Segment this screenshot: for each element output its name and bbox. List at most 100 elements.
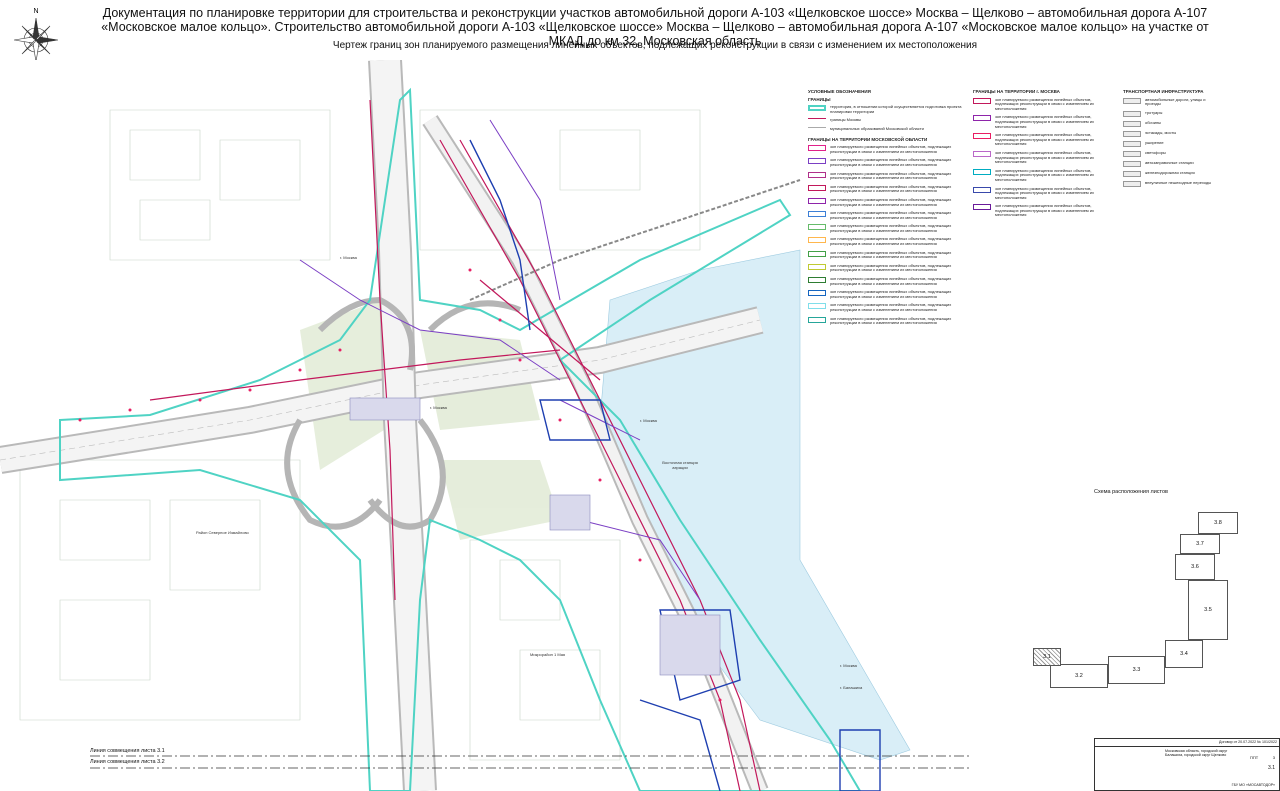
bridge [549, 494, 591, 531]
map-label-moscow: г. Москва [840, 663, 857, 668]
legend-swatch [1123, 150, 1141, 157]
legend-item: территория, в отношении которой осуществ… [808, 104, 963, 114]
legend-item: зон планируемого размещения линейных объ… [808, 197, 963, 207]
sheets-count: 3 [1272, 755, 1275, 760]
legend-swatch [973, 97, 991, 104]
legend-item: светофоры [1123, 150, 1213, 157]
legend-swatch [973, 115, 991, 122]
compass-north-label: N [33, 8, 38, 15]
legend-item: зон планируемого размещения линейных объ… [973, 150, 1113, 165]
legend-swatch [973, 204, 991, 211]
legend-swatch [1123, 180, 1141, 187]
legend-item: внеуличные пешеходные переходы [1123, 180, 1213, 187]
legend-item: зон планируемого размещения линейных объ… [808, 157, 963, 167]
legend-item: зон планируемого размещения линейных объ… [808, 289, 963, 299]
scheme-cell-current: 3.1 [1033, 648, 1061, 666]
legend-item: зон планируемого размещения линейных объ… [973, 97, 1113, 112]
title-block-header: Договор от 20.07.2022 № 101/2022 [1095, 739, 1279, 747]
legend-swatch [808, 250, 826, 257]
legend-item: уширение [1123, 140, 1213, 147]
legend-heading: ГРАНИЦЫ НА ТЕРРИТОРИИ г. МОСКВА [973, 89, 1060, 94]
legend-item: обочины [1123, 120, 1213, 127]
legend-column-moscow: ГРАНИЦЫ НА ТЕРРИТОРИИ г. МОСКВА зон план… [973, 89, 1113, 222]
legend-column-transport: ТРАНСПОРТНАЯ ИНФРАСТРУКТУРА автомобильны… [1123, 89, 1213, 191]
legend-swatch [1123, 97, 1141, 104]
location-text: Московская область, городской округ Бала… [1165, 749, 1228, 757]
legend-swatch [808, 263, 826, 270]
legend-heading: ТРАНСПОРТНАЯ ИНФРАСТРУКТУРА [1123, 89, 1204, 94]
scheme-cell: 3.7 [1180, 534, 1220, 554]
legend-msk-list: зон планируемого размещения линейных объ… [973, 97, 1113, 218]
scheme-cell: 3.3 [1108, 656, 1165, 684]
sheet-number: 3.1 [1268, 765, 1275, 771]
map-label-moscow: г. Москва [340, 255, 357, 260]
contract-text: Договор от 20.07.2022 № 101/2022 [1219, 740, 1277, 744]
legend-item: зон планируемого размещения линейных объ… [973, 168, 1113, 183]
map-label-lake: Восточная станция аэрации [662, 460, 698, 470]
legend-swatch [1123, 140, 1141, 147]
legend-item: автозаправочные станции [1123, 160, 1213, 167]
legend-item: тротуары [1123, 110, 1213, 117]
legend-item: зон планируемого размещения линейных объ… [808, 250, 963, 260]
legend-swatch [808, 118, 826, 120]
legend-item: границы Москвы [808, 118, 963, 123]
org-text: ГБУ МО «МОСАВТОДОР» [1231, 783, 1275, 787]
legend-item: зон планируемого размещения линейных объ… [808, 303, 963, 312]
compass-rose-icon: N [13, 4, 59, 68]
legend-swatch [1123, 110, 1141, 117]
legend-item: зон планируемого размещения линейных объ… [808, 210, 963, 220]
legend-swatch [973, 150, 991, 157]
legend-item: эстакады, мосты [1123, 130, 1213, 137]
legend-item: зон планируемого размещения линейных объ… [808, 316, 963, 326]
scheme-cell: 3.8 [1198, 512, 1238, 534]
scheme-cell: 3.4 [1165, 640, 1203, 668]
scheme-cell: 3.6 [1175, 554, 1215, 580]
bridge [659, 614, 721, 676]
legend-swatch [808, 303, 826, 310]
legend-item: зон планируемого размещения линейных объ… [808, 276, 963, 286]
legend-item: железнодорожная станция [1123, 170, 1213, 177]
legend-swatch [808, 184, 826, 191]
legend-swatch [808, 277, 826, 284]
legend-item: муниципальных образований Московской обл… [808, 126, 963, 132]
map-label-microdistrict: Микрорайон 1 Мая [530, 652, 566, 657]
legend-swatch [1123, 130, 1141, 137]
legend-item: зон планируемого размещения линейных объ… [808, 237, 963, 246]
legend-item: зон планируемого размещения линейных объ… [973, 115, 1113, 129]
legend-swatch [808, 197, 826, 204]
legend-swatch [808, 158, 826, 165]
legend-swatch [808, 105, 826, 112]
legend-swatch [808, 145, 826, 152]
legend-swatch [808, 171, 826, 178]
scheme-cell: 3.5 [1188, 580, 1228, 640]
map-label-balashikha: г. Балашиха [840, 685, 863, 690]
drawing-subtitle: Чертеж границ зон планируемого размещени… [332, 40, 978, 51]
legend-transport-list: автомобильные дороги, улицы и проезды тро… [1123, 97, 1213, 187]
legend-swatch [973, 133, 991, 140]
legend-item: зон планируемого размещения линейных объ… [808, 223, 963, 233]
legend-heading: ГРАНИЦЫ [808, 96, 831, 102]
legend-item: зон планируемого размещения линейных объ… [973, 186, 1113, 201]
legend-swatch [973, 186, 991, 193]
legend-swatch [808, 126, 826, 128]
legend-column-boundaries: УСЛОВНЫЕ ОБОЗНАЧЕНИЯ ГРАНИЦЫ территория,… [808, 89, 963, 330]
legend-item: зон планируемого размещения линейных объ… [808, 171, 963, 181]
legend-mo-list: зон планируемого размещения линейных объ… [808, 144, 963, 326]
legend-item: зон планируемого размещения линейных объ… [808, 263, 963, 273]
legend-item: зон планируемого размещения линейных объ… [808, 184, 963, 194]
legend-swatch [1123, 160, 1141, 167]
combine-line-label: Линия совмещения листа 3.1 [90, 748, 165, 754]
map-label-moscow: г. Москва [640, 418, 657, 423]
legend-swatch [808, 237, 826, 244]
map-label-moscow: г. Москва [430, 405, 447, 410]
legend-item: зон планируемого размещения линейных объ… [808, 144, 963, 154]
legend-item: зон планируемого размещения линейных объ… [973, 132, 1113, 147]
legend-swatch [808, 290, 826, 297]
stage-text: ППТ [1250, 755, 1259, 760]
scheme-title: Схема расположения листов [1094, 489, 1168, 495]
legend-swatch [808, 211, 826, 218]
scheme-cell: 3.2 [1050, 664, 1108, 688]
legend-swatch [1123, 120, 1141, 127]
combine-line-label: Линия совмещения листа 3.2 [90, 759, 165, 765]
map-label-district: Район Северное Измайлово [196, 530, 249, 535]
